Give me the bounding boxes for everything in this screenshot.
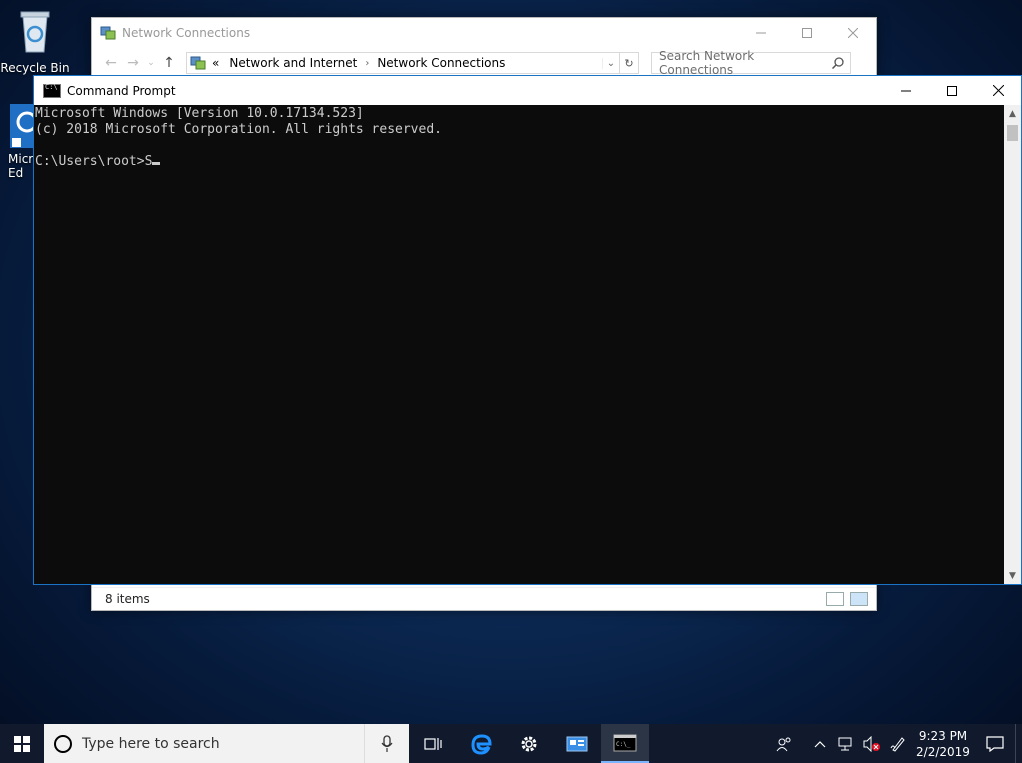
minimize-icon [756,32,766,34]
explorer-close-button[interactable] [830,18,876,48]
console-line: Microsoft Windows [Version 10.0.17134.52… [35,106,364,121]
pen-ink-workspace-icon[interactable] [885,724,911,763]
task-view-button[interactable] [409,724,457,763]
microphone-button[interactable] [364,724,409,763]
volume-muted-icon[interactable] [859,724,885,763]
explorer-title: Network Connections [122,26,251,40]
task-view-icon [424,737,442,750]
taskbar: Type here to search C:\_ 9:23 PM 2/2/201… [0,724,1022,763]
network-connections-icon [100,26,116,40]
action-center-button[interactable] [975,724,1015,763]
clock-time: 9:23 PM [918,728,968,743]
cmd-title: Command Prompt [67,83,176,98]
notification-icon [986,735,1004,752]
minimize-icon [901,90,911,91]
refresh-icon: ↻ [624,56,634,70]
scroll-up-arrow-icon[interactable]: ▲ [1004,105,1021,122]
explorer-minimize-button[interactable] [738,18,784,48]
maximize-icon [802,28,812,38]
scroll-thumb[interactable] [1007,125,1018,141]
cmd-icon [43,83,61,98]
refresh-button[interactable]: ↻ [620,52,639,74]
explorer-titlebar[interactable]: Network Connections [92,18,876,48]
back-arrow-icon[interactable]: ← [100,55,122,71]
breadcrumb-network-connections[interactable]: Network Connections [377,56,505,70]
address-network-icon [190,56,206,70]
breadcrumb-separator-icon[interactable]: › [365,58,369,69]
forward-arrow-icon[interactable]: → [122,55,144,71]
edge-taskbar-button[interactable] [457,724,505,763]
console-prompt-line[interactable]: C:\Users\root>S [35,154,1002,170]
windows-logo-icon [14,735,30,752]
clock-date: 2/2/2019 [916,744,970,759]
taskbar-clock[interactable]: 9:23 PM 2/2/2019 [911,728,975,760]
taskbar-search-box[interactable]: Type here to search [44,724,364,763]
console-prompt: C:\Users\root>S [35,154,153,169]
settings-taskbar-button[interactable] [505,724,553,763]
close-icon [992,85,1004,96]
up-arrow-icon[interactable]: ↑ [158,55,180,71]
explorer-maximize-button[interactable] [784,18,830,48]
scroll-down-arrow-icon[interactable]: ▼ [1004,567,1021,584]
explorer-address-row: ← → ⌄ ↑ « Network and Internet › Network… [92,48,876,78]
explorer-search-placeholder: Search Network Connections [659,49,755,77]
people-icon[interactable] [771,724,797,763]
cmd-maximize-button[interactable] [929,76,975,105]
system-tray: 9:23 PM 2/2/2019 [771,724,1022,763]
svg-text:C:\_: C:\_ [616,741,631,748]
text-cursor [152,162,161,165]
command-prompt-window[interactable]: Command Prompt Microsoft Windows [Versio… [33,75,1022,585]
maximize-icon [947,85,957,96]
show-desktop-button[interactable] [1015,724,1022,763]
recycle-bin-label: Recycle Bin [0,61,70,75]
control-panel-icon [566,736,588,751]
control-panel-taskbar-button[interactable] [553,724,601,763]
address-dropdown-icon[interactable]: ⌄ [602,57,619,69]
address-bar[interactable]: « Network and Internet › Network Connect… [186,52,620,74]
console-output[interactable]: Microsoft Windows [Version 10.0.17134.52… [34,105,1003,584]
recycle-bin-icon [0,6,70,57]
explorer-search-input[interactable]: Search Network Connections [651,49,851,77]
network-icon[interactable] [833,724,859,763]
item-count: 8 items [105,592,150,606]
recent-chevron-down-icon[interactable]: ⌄ [144,58,158,68]
cmd-minimize-button[interactable] [883,76,929,105]
cortana-icon [54,734,72,753]
taskbar-search-placeholder: Type here to search [82,735,220,752]
cmd-taskbar-button[interactable]: C:\_ [601,724,649,763]
explorer-statusbar: 8 items [92,587,876,610]
console-line: (c) 2018 Microsoft Corporation. All righ… [35,122,442,137]
cmd-scrollbar[interactable]: ▲ ▼ [1004,105,1021,584]
gear-icon [521,736,537,751]
large-icons-view-icon[interactable] [850,592,868,606]
cmd-titlebar[interactable]: Command Prompt [34,76,1021,105]
console-line: ​ [35,138,1002,154]
show-hidden-icons-chevron-up-icon[interactable] [807,724,833,763]
start-button[interactable] [0,724,44,763]
microphone-icon [381,734,393,752]
recycle-bin-desktop-icon[interactable]: Recycle Bin [0,6,70,75]
search-icon [832,57,844,69]
breadcrumb-overflow[interactable]: « [212,56,219,70]
close-icon [848,28,858,38]
details-view-icon[interactable] [826,592,844,606]
cmd-close-button[interactable] [975,76,1021,105]
edge-icon [471,733,492,755]
breadcrumb-network-and-internet[interactable]: Network and Internet [229,56,357,70]
command-prompt-icon: C:\_ [613,734,637,751]
